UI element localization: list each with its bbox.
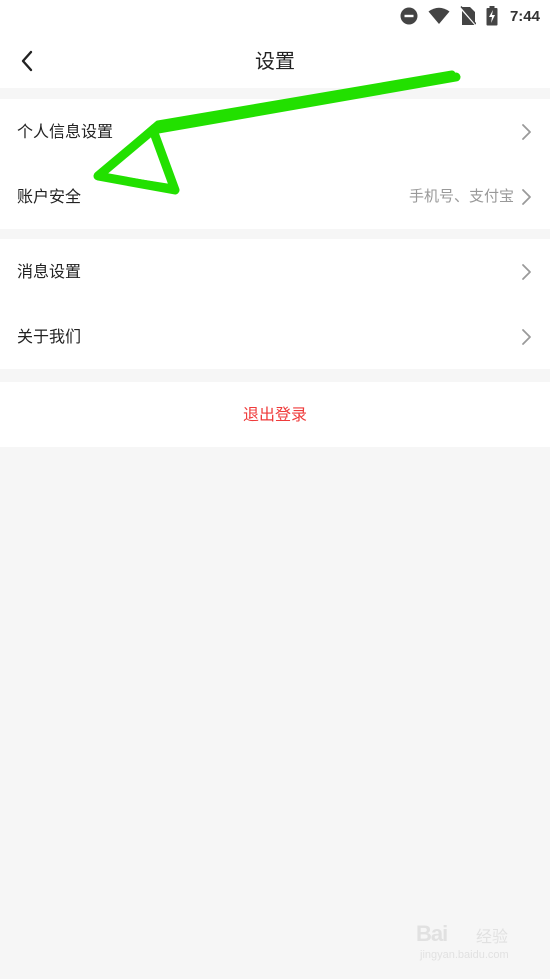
status-bar: 7:44 (0, 0, 550, 34)
baidu-jingyan-watermark: Bai 经验 jingyan.baidu.com (416, 921, 526, 965)
status-icons: 7:44 (400, 5, 540, 27)
watermark-url: jingyan.baidu.com (420, 949, 509, 961)
settings-group-general: 消息设置 关于我们 (0, 239, 550, 369)
page-title: 设置 (255, 49, 295, 73)
logout-group: 退出登录 (0, 382, 550, 447)
no-sim-icon (459, 6, 476, 26)
chevron-right-icon (522, 124, 531, 140)
about-us-item[interactable]: 关于我们 (0, 304, 550, 369)
personal-info-settings-item[interactable]: 个人信息设置 (0, 99, 550, 164)
wifi-icon (428, 7, 450, 24)
status-time: 7:44 (509, 7, 540, 25)
battery-charging-icon (486, 6, 498, 26)
chevron-right-icon (522, 189, 531, 205)
account-security-value: 手机号、支付宝 (408, 187, 514, 205)
header: 设置 (0, 34, 550, 88)
message-settings-item[interactable]: 消息设置 (0, 239, 550, 304)
message-settings-label: 消息设置 (17, 262, 82, 281)
personal-info-settings-label: 个人信息设置 (17, 122, 114, 141)
watermark-brand: Bai (416, 921, 448, 946)
settings-group-account: 个人信息设置 账户安全 手机号、支付宝 (0, 99, 550, 229)
about-us-label: 关于我们 (17, 327, 82, 346)
watermark-sub: 经验 (476, 927, 509, 946)
logout-button[interactable]: 退出登录 (0, 382, 550, 447)
account-security-label: 账户安全 (17, 187, 82, 206)
account-security-item[interactable]: 账户安全 手机号、支付宝 (0, 164, 550, 229)
do-not-disturb-icon (400, 7, 418, 25)
chevron-right-icon (522, 264, 531, 280)
chevron-right-icon (522, 329, 531, 345)
